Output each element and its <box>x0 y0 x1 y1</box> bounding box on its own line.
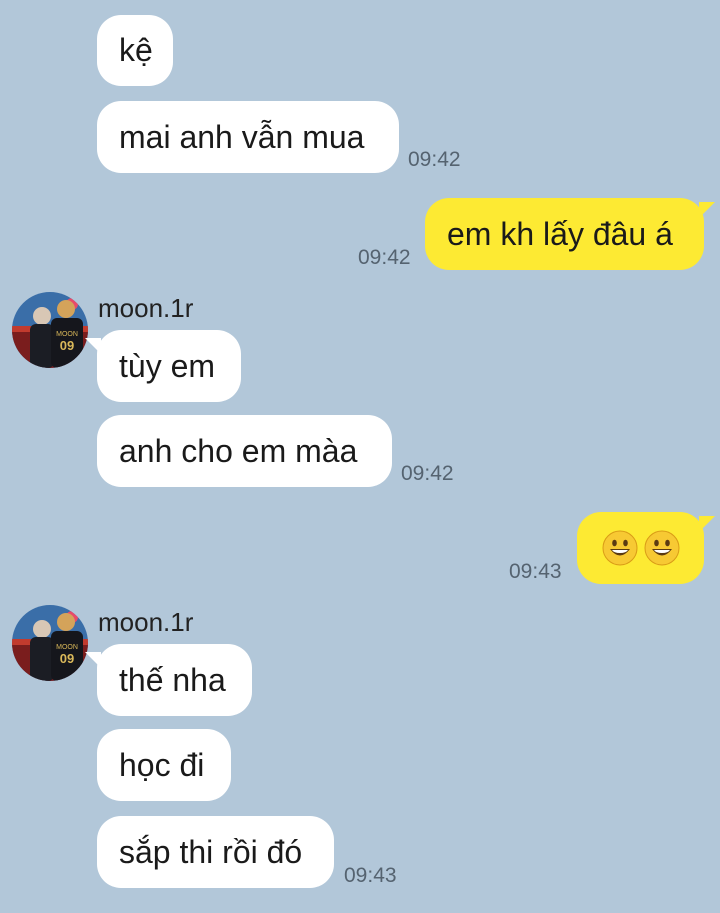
message-bubble[interactable]: kệ <box>97 15 173 86</box>
message-timestamp: 09:43 <box>509 560 562 583</box>
grinning-face-emoji-icon <box>602 530 638 566</box>
message-text: em kh lấy đâu á <box>447 215 673 252</box>
message-bubble[interactable]: học đi <box>97 729 231 801</box>
message-text: tùy em <box>119 347 216 384</box>
message-timestamp: 09:42 <box>401 462 454 485</box>
message-bubble[interactable] <box>577 512 715 584</box>
message-bubble[interactable]: sắp thi rồi đó <box>97 816 334 888</box>
message-timestamp: 09:42 <box>358 246 411 269</box>
message-bubble[interactable]: mai anh vẫn mua <box>97 101 399 173</box>
message-bubble[interactable]: em kh lấy đâu á <box>425 198 715 270</box>
message-text: học đi <box>119 746 205 783</box>
svg-text:MOON: MOON <box>56 644 78 651</box>
grinning-face-emoji-icon <box>644 530 680 566</box>
message-bubble[interactable]: tùy em <box>85 330 241 402</box>
svg-text:MOON: MOON <box>56 331 78 338</box>
message-bubble[interactable]: thế nha <box>85 644 252 716</box>
message-text: sắp thi rồi đó <box>119 833 303 870</box>
message-text: kệ <box>119 32 153 68</box>
message-bubble[interactable]: anh cho em màa <box>97 415 392 487</box>
avatar[interactable]: MOON 09 <box>12 605 88 681</box>
svg-text:09: 09 <box>60 338 74 353</box>
sender-name: moon.1r <box>98 293 194 323</box>
message-text: thế nha <box>119 661 226 698</box>
avatar[interactable]: MOON 09 <box>12 292 88 368</box>
sender-name: moon.1r <box>98 607 194 637</box>
svg-text:09: 09 <box>60 651 74 666</box>
message-text: anh cho em màa <box>119 432 358 469</box>
message-timestamp: 09:43 <box>344 864 397 887</box>
message-timestamp: 09:42 <box>408 148 461 171</box>
message-text: mai anh vẫn mua <box>119 118 365 155</box>
